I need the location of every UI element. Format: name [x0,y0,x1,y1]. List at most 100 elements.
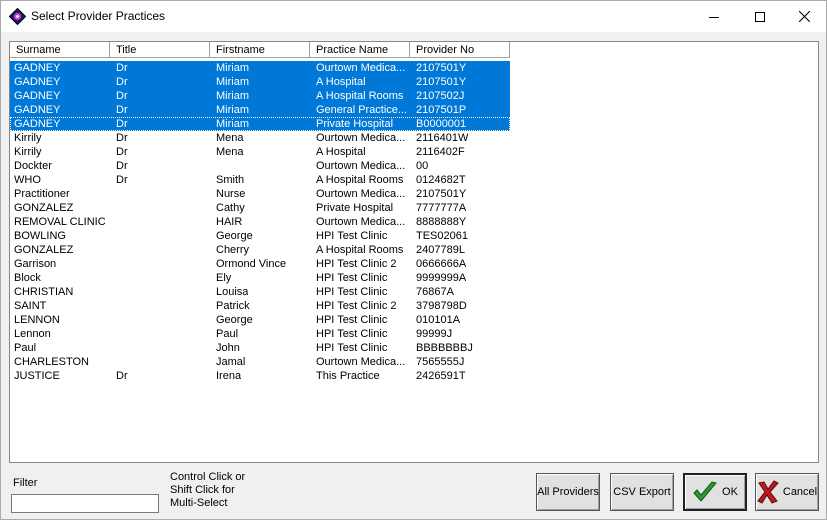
cell-firstname: Ormond Vince [216,258,287,270]
cell-firstname: Smith [216,174,245,186]
cell-provider: 00 [416,160,429,172]
cell-practice: A Hospital Rooms [316,244,404,256]
cell-provider: 2116401W [416,132,469,144]
cell-surname: Paul [14,342,37,354]
cell-practice: HPI Test Clinic [316,314,388,326]
title-bar[interactable]: Select Provider Practices [1,1,826,32]
all-providers-button[interactable]: All Providers [536,473,600,511]
cell-surname: GADNEY [14,104,61,116]
table-row[interactable]: REMOVAL CLINIC HAIR Ourtown Medica... 88888… [10,215,510,229]
cell-practice: A Hospital [316,76,366,88]
cell-firstname: Miriam [216,62,249,74]
cell-title: Dr [116,160,128,172]
filter-label: Filter [13,477,38,489]
table-row[interactable]: JUSTICE Dr Irena This Practice 2426591T [10,369,510,383]
table-row[interactable]: GONZALEZ Cathy Private Hospital 7777777A [10,201,510,215]
cell-firstname: HAIR [216,216,243,228]
cell-practice: Ourtown Medica... [316,62,406,74]
cell-firstname: Mena [216,146,244,158]
table-row[interactable]: Dockter Dr Ourtown Medica... 00 [10,159,510,173]
cell-practice: This Practice [316,370,380,382]
cell-provider: 010101A [416,314,461,326]
cell-surname: BOWLING [14,230,66,242]
cancel-button[interactable]: Cancel [755,473,819,511]
cell-practice: Private Hospital [316,118,394,130]
table-row[interactable]: WHO Dr Smith A Hospital Rooms 0124682T [10,173,510,187]
table-row[interactable]: CHRISTIAN Louisa HPI Test Clinic 76867A [10,285,510,299]
close-icon [798,11,810,22]
cell-surname: Kirrily [14,146,42,158]
cell-firstname: Mena [216,132,244,144]
cell-practice: HPI Test Clinic [316,230,388,242]
cell-title: Dr [116,370,128,382]
cell-provider: 0124682T [416,174,466,186]
cell-provider: 2116402F [416,146,465,158]
cell-practice: HPI Test Clinic [316,272,388,284]
cell-practice: Ourtown Medica... [316,188,406,200]
table-row[interactable]: GADNEY Dr Miriam A Hospital 2107501Y [10,75,510,89]
cell-title: Dr [116,132,128,144]
table-row[interactable]: BOWLING George HPI Test Clinic TES02061 [10,229,510,243]
cell-provider: 2107501Y [416,62,467,74]
close-button[interactable] [781,1,827,32]
column-header-provider-no[interactable]: Provider No [410,42,510,58]
column-header-surname[interactable]: Surname [10,42,110,58]
table-row[interactable]: GADNEY Dr Miriam Ourtown Medica... 2107501Y [10,61,510,75]
cell-firstname: John [216,342,240,354]
cell-firstname: Cherry [216,244,250,256]
table-row[interactable]: Lennon Paul HPI Test Clinic 99999J [10,327,510,341]
filter-input[interactable] [11,494,159,513]
cell-provider: 76867A [416,286,454,298]
table-row[interactable]: Block Ely HPI Test Clinic 9999999A [10,271,510,285]
cell-provider: BBBBBBBJ [416,342,473,354]
cell-title: Dr [116,146,128,158]
cell-firstname: Miriam [216,76,249,88]
dialog-window: Select Provider Practices Surname Title … [0,0,827,520]
table-row[interactable]: GADNEY Dr Miriam Private Hospital B0000001 [10,117,510,131]
cell-firstname: Cathy [216,202,245,214]
ok-label: OK [722,486,738,498]
table-row[interactable]: Practitioner Nurse Ourtown Medica... 210750… [10,187,510,201]
csv-export-button[interactable]: CSV Export [610,473,674,511]
cell-surname: CHARLESTON [14,356,89,368]
cell-practice: Ourtown Medica... [316,216,406,228]
cell-title: Dr [116,104,128,116]
cell-surname: Lennon [14,328,51,340]
table-row[interactable]: GONZALEZ Cherry A Hospital Rooms 2407789L [10,243,510,257]
cell-practice: HPI Test Clinic [316,328,388,340]
cell-title: Dr [116,90,128,102]
cell-surname: LENNON [14,314,60,326]
table-row[interactable]: GADNEY Dr Miriam General Practice... 2107501… [10,103,510,117]
table-row[interactable]: Garrison Ormond Vince HPI Test Clinic 2 066… [10,257,510,271]
cell-title: Dr [116,174,128,186]
cell-firstname: George [216,314,253,326]
table-row[interactable]: CHARLESTON Jamal Ourtown Medica... 7565555J [10,355,510,369]
table-row[interactable]: LENNON George HPI Test Clinic 010101A [10,313,510,327]
cell-firstname: Miriam [216,118,249,130]
window-title: Select Provider Practices [31,9,166,23]
cell-provider: 3798798D [416,300,467,312]
table-row[interactable]: Paul John HPI Test Clinic BBBBBBBJ [10,341,510,355]
checkmark-icon [692,480,718,504]
column-header-practice-name[interactable]: Practice Name [310,42,410,58]
cell-surname: SAINT [14,300,47,312]
table-row[interactable]: Kirrily Dr Mena Ourtown Medica... 2116401W [10,131,510,145]
column-header-firstname[interactable]: Firstname [210,42,310,58]
cell-surname: GADNEY [14,62,61,74]
minimize-button[interactable] [691,1,737,32]
provider-list[interactable]: Surname Title Firstname Practice Name Pr… [9,41,819,463]
cell-firstname: Paul [216,328,239,340]
cell-practice: HPI Test Clinic 2 [316,300,397,312]
table-row[interactable]: SAINT Patrick HPI Test Clinic 2 3798798D [10,299,510,313]
cancel-label: Cancel [782,486,818,498]
table-row[interactable]: GADNEY Dr Miriam A Hospital Rooms 2107502J [10,89,510,103]
cross-icon [757,480,779,504]
cell-firstname: Louisa [216,286,249,298]
cell-firstname: Irena [216,370,242,382]
cell-provider: B0000001 [416,118,467,130]
column-header-title[interactable]: Title [110,42,210,58]
ok-button[interactable]: OK [683,473,747,511]
table-row[interactable]: Kirrily Dr Mena A Hospital 2116402F [10,145,510,159]
cell-surname: REMOVAL CLINIC [14,216,106,228]
maximize-button[interactable] [737,1,783,32]
